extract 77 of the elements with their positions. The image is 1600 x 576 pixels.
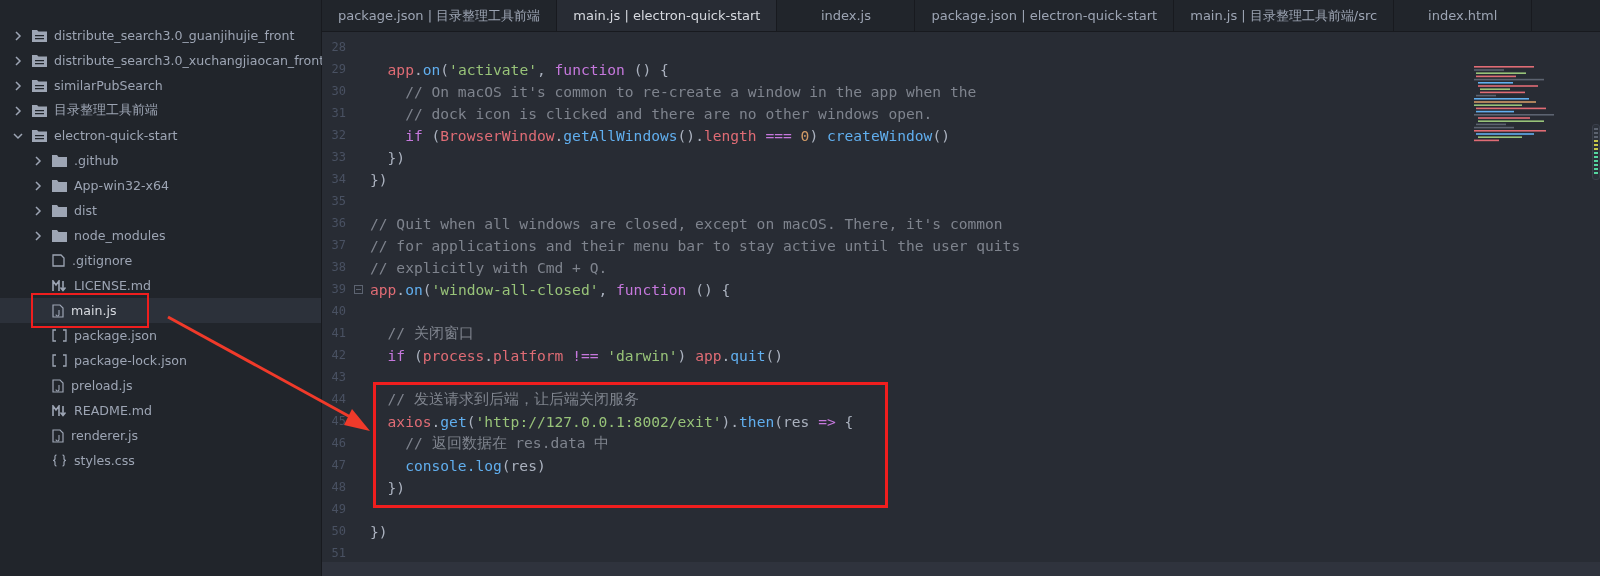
- repository-icon: [32, 79, 47, 92]
- code-line: // explicitly with Cmd + Q.: [370, 258, 608, 276]
- code-line: }): [386, 148, 406, 166]
- folder-icon: [52, 229, 67, 242]
- item-label: electron-quick-start: [54, 128, 178, 143]
- file-icon: [52, 254, 65, 267]
- code-line: // 关闭窗口: [386, 323, 474, 343]
- tree-item[interactable]: 目录整理工具前端: [0, 98, 321, 123]
- code-line: // Quit when all windows are closed, except on macOS. There, it's common: [370, 214, 1003, 232]
- scrollbar[interactable]: [1592, 124, 1600, 180]
- code-line: // On macOS it's common to re-create a window in the app when the: [404, 82, 977, 100]
- folder-icon: [52, 154, 67, 167]
- markdown-icon: [52, 404, 67, 417]
- tree-item[interactable]: dist: [0, 198, 321, 223]
- item-label: similarPubSearch: [54, 78, 163, 93]
- brackets-icon: [52, 354, 67, 367]
- code-line: }): [386, 478, 406, 496]
- tree-item[interactable]: README.md: [0, 398, 321, 423]
- tree-item[interactable]: package-lock.json: [0, 348, 321, 373]
- code-line: axios.get('http://127.0.0.1:8002/exit').then(res => {: [386, 412, 854, 430]
- script-file-icon: [52, 428, 64, 443]
- editor-tab[interactable]: main.js | 目录整理工具前端/src: [1174, 0, 1395, 31]
- editor-tab[interactable]: main.js | electron-quick-start: [557, 0, 778, 31]
- code-line: }): [370, 170, 388, 188]
- repository-icon: [32, 54, 47, 67]
- brackets-icon: [52, 329, 67, 342]
- item-label: main.js: [71, 303, 117, 318]
- code-line: app.on('activate', function () {: [386, 60, 669, 78]
- repository-icon: [32, 29, 47, 42]
- tree-item[interactable]: electron-quick-start: [0, 123, 321, 148]
- editor-tab[interactable]: index.html: [1394, 0, 1533, 31]
- item-label: .github: [74, 153, 119, 168]
- item-label: renderer.js: [71, 428, 139, 443]
- folder-icon: [52, 179, 67, 192]
- tree-item[interactable]: .github: [0, 148, 321, 173]
- item-label: styles.css: [74, 453, 135, 468]
- item-label: 目录整理工具前端: [54, 102, 158, 119]
- tree-item[interactable]: package.json: [0, 323, 321, 348]
- tree-item[interactable]: distribute_search3.0_guanjihujie_front: [0, 23, 321, 48]
- braces-icon: [52, 454, 67, 467]
- tree-item[interactable]: .gitignore: [0, 248, 321, 273]
- code-line: // 返回数据在 res.data 中: [404, 433, 610, 453]
- item-label: distribute_search3.0_guanjihujie_front: [54, 28, 295, 43]
- repository-icon: [32, 129, 47, 142]
- code-line: }): [370, 522, 388, 540]
- code-line: if (process.platform !== 'darwin') app.quit(): [386, 346, 784, 364]
- item-label: package.json: [74, 328, 157, 343]
- item-label: package-lock.json: [74, 353, 187, 368]
- code-line: // 发送请求到后端，让后端关闭服务: [386, 389, 639, 409]
- item-label: .gitignore: [72, 253, 133, 268]
- editor-tab[interactable]: package.json | electron-quick-start: [915, 0, 1175, 31]
- tree-item[interactable]: node_modules: [0, 223, 321, 248]
- tree-item[interactable]: App-win32-x64: [0, 173, 321, 198]
- script-file-icon: [52, 378, 64, 393]
- code-line: if (BrowserWindow.getAllWindows().length === 0) createWindow(): [404, 126, 950, 144]
- code-line: // for applications and their menu bar to stay active until the user quits: [370, 236, 1021, 254]
- markdown-icon: [52, 279, 67, 292]
- code-line: // dock icon is clicked and there are no other windows open.: [404, 104, 933, 122]
- tree-item[interactable]: styles.css: [0, 448, 321, 473]
- repository-icon: [32, 104, 47, 117]
- tree-item[interactable]: renderer.js: [0, 423, 321, 448]
- item-label: preload.js: [71, 378, 133, 393]
- tree-item[interactable]: main.js: [0, 298, 321, 323]
- item-label: README.md: [74, 403, 153, 418]
- code-line: app.on('window-all-closed', function () {: [370, 280, 731, 298]
- item-label: dist: [74, 203, 97, 218]
- item-label: node_modules: [74, 228, 166, 243]
- script-file-icon: [52, 303, 64, 318]
- tree-item[interactable]: similarPubSearch: [0, 73, 321, 98]
- code-line: console.log(res): [404, 456, 546, 474]
- tree-item[interactable]: preload.js: [0, 373, 321, 398]
- item-label: App-win32-x64: [74, 178, 169, 193]
- horizontal-scrollbar[interactable]: [322, 562, 1600, 576]
- editor-tab[interactable]: index.js: [777, 0, 916, 31]
- tree-item[interactable]: LICENSE.md: [0, 273, 321, 298]
- item-label: LICENSE.md: [74, 278, 152, 293]
- folder-icon: [52, 204, 67, 217]
